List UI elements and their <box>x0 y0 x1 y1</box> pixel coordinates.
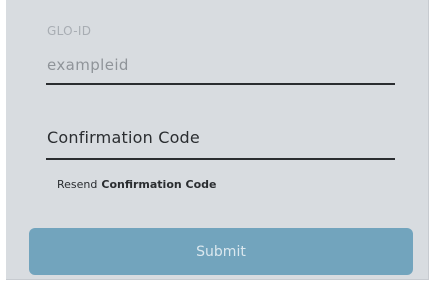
confirmation-code-input[interactable]: Confirmation Code <box>47 128 200 147</box>
submit-button[interactable]: Submit <box>29 228 413 275</box>
glo-id-underline <box>46 83 395 85</box>
resend-confirmation-code-link[interactable]: Confirmation Code <box>101 178 216 191</box>
resend-row: Resend Confirmation Code <box>57 178 217 191</box>
submit-button-label: Submit <box>196 243 246 260</box>
confirmation-code-underline <box>46 158 395 160</box>
glo-id-label: GLO-ID <box>47 24 92 38</box>
resend-prefix-text: Resend <box>57 178 98 191</box>
glo-id-input[interactable]: exampleid <box>47 56 129 74</box>
